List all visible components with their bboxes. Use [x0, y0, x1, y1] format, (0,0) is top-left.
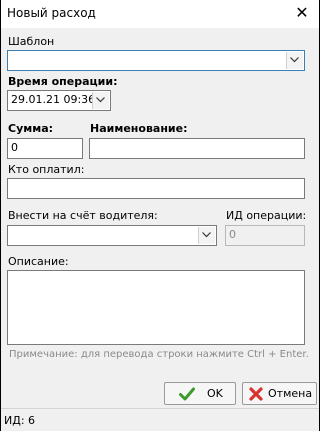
cross-icon	[249, 387, 263, 401]
driver-account-select[interactable]	[7, 225, 217, 246]
status-text: ИД: 6	[4, 414, 36, 427]
op-id-input: 0	[225, 225, 305, 246]
amount-label: Сумма:	[8, 122, 54, 135]
check-icon	[179, 387, 195, 401]
description-textarea[interactable]	[7, 270, 305, 345]
status-bar: ИД: 6	[1, 408, 319, 431]
ok-button[interactable]: OK	[164, 382, 236, 405]
op-time-picker[interactable]: 29.01.21 09:36	[7, 90, 111, 111]
op-time-value: 29.01.21 09:36	[11, 93, 96, 106]
cancel-button-label: Отмена	[268, 387, 313, 400]
payer-input[interactable]	[7, 178, 305, 199]
op-id-value: 0	[229, 228, 236, 241]
note-text: Примечание: для перевода строки нажмите …	[9, 349, 309, 360]
amount-input[interactable]: 0	[7, 138, 83, 159]
close-icon[interactable]: ✕	[291, 3, 313, 23]
driver-account-label: Внести на счёт водителя:	[8, 209, 158, 222]
cancel-button[interactable]: Отмена	[242, 382, 317, 405]
chevron-down-icon[interactable]	[198, 227, 215, 244]
name-label: Наименование:	[90, 122, 188, 135]
description-label: Описание:	[8, 255, 69, 268]
chevron-down-icon[interactable]	[92, 92, 109, 109]
template-label: Шаблон	[8, 35, 55, 48]
op-id-label: ИД операции:	[226, 209, 307, 222]
template-select[interactable]	[7, 50, 305, 71]
chevron-down-icon[interactable]	[286, 52, 303, 69]
payer-label: Кто оплатил:	[8, 163, 85, 176]
ok-button-label: OK	[207, 387, 223, 400]
title-bar: Новый расход ✕	[1, 0, 319, 28]
window-title: Новый расход	[7, 6, 96, 20]
dialog-window: Новый расход ✕ Шаблон Время операции: 29…	[1, 0, 319, 431]
op-time-label: Время операции:	[8, 75, 118, 88]
amount-value: 0	[11, 141, 18, 154]
name-input[interactable]	[89, 138, 305, 159]
